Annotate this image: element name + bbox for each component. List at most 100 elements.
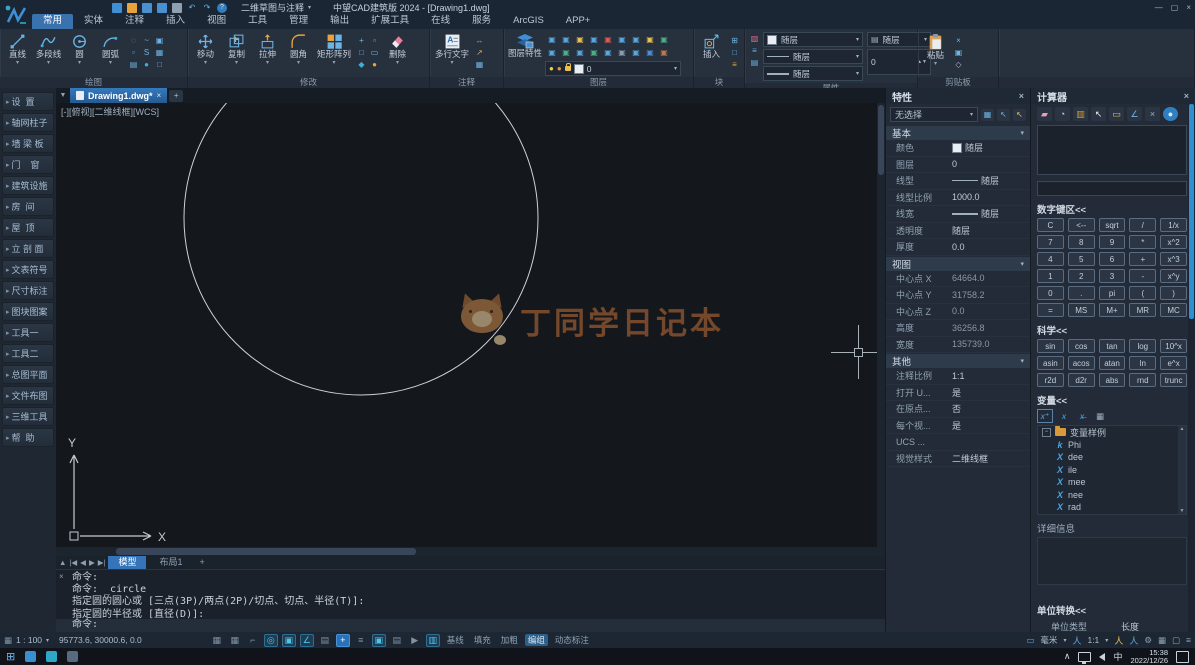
sidebar-item-dimensions[interactable]: ▸尺寸标注 xyxy=(2,281,54,300)
annotation-visibility-icon[interactable]: 人 xyxy=(1072,634,1081,647)
ribbon-tab-manage[interactable]: 管理 xyxy=(278,14,319,29)
calc-key[interactable]: ) xyxy=(1160,286,1187,300)
calc-key[interactable]: 1 xyxy=(1037,269,1064,283)
prop-row-layer[interactable]: 图层0 xyxy=(886,157,1030,174)
calc-key[interactable]: MS xyxy=(1068,303,1095,317)
close-button[interactable]: × xyxy=(1186,3,1191,12)
transparency-toggle-icon[interactable]: ≡ xyxy=(354,634,368,647)
sidebar-item-facilities[interactable]: ▸建筑设施 xyxy=(2,176,54,195)
calc-key[interactable]: 3 xyxy=(1099,269,1126,283)
ribbon-tab-express[interactable]: 扩展工具 xyxy=(360,14,420,29)
section-label-annotation[interactable]: 注释 xyxy=(430,77,503,88)
layer-vp-icon[interactable]: ▣ xyxy=(629,46,643,59)
taskbar-app-icon[interactable] xyxy=(46,651,57,662)
layer-match-icon[interactable]: ▣ xyxy=(615,33,629,46)
quick-properties-icon[interactable]: ▥ xyxy=(426,634,440,647)
toggle-fill[interactable]: 填充 xyxy=(471,634,494,646)
calc-key[interactable]: + xyxy=(1129,252,1156,266)
variable-row[interactable]: Xmee xyxy=(1038,476,1186,489)
color-dropdown[interactable]: 随层 ▾ xyxy=(763,32,863,47)
scale-icon[interactable]: ◆ xyxy=(355,58,368,70)
osnap-toggle-icon[interactable]: ▣ xyxy=(282,634,296,647)
calc-key[interactable]: 5 xyxy=(1068,252,1095,266)
stretch-button[interactable]: 拉伸 ▾ xyxy=(253,31,282,68)
sidebar-item-site-plan[interactable]: ▸总图平面 xyxy=(2,365,54,384)
copy-clip-icon[interactable]: ▣ xyxy=(952,46,965,58)
calc-key[interactable]: sqrt xyxy=(1099,218,1126,232)
calc-key[interactable]: 9 xyxy=(1099,235,1126,249)
ribbon-tab-view[interactable]: 视图 xyxy=(196,14,237,29)
viewport[interactable]: [-][俯视][二维线框][WCS] 丁同学日记本 Y X xyxy=(56,103,885,547)
new-file-icon[interactable] xyxy=(112,3,122,13)
new-drawing-tab-button[interactable]: + xyxy=(169,90,183,102)
create-block-icon[interactable]: ⊞ xyxy=(728,34,741,46)
chevron-down-icon[interactable]: ▾ xyxy=(1063,637,1066,644)
prop-row-annoscale[interactable]: 注释比例1:1 xyxy=(886,368,1030,385)
unit-conversion-label[interactable]: 单位转换<< xyxy=(1037,603,1187,617)
redo-icon[interactable]: ↷ xyxy=(202,3,212,13)
section-basic[interactable]: 基本 ▾ xyxy=(886,126,1030,140)
history-icon[interactable]: ◔ xyxy=(1055,107,1070,121)
prop-row-height[interactable]: 高度36256.8 xyxy=(886,320,1030,337)
ribbon-tab-solid[interactable]: 实体 xyxy=(73,14,114,29)
cut-icon[interactable]: × xyxy=(952,34,965,46)
arc-button[interactable]: 圆弧 ▾ xyxy=(96,31,125,68)
ribbon-tab-services[interactable]: 服务 xyxy=(461,14,502,29)
sidebar-item-blocks-patterns[interactable]: ▸图块图案 xyxy=(2,302,54,321)
calc-key[interactable]: e^x xyxy=(1160,356,1187,370)
sidebar-item-grid-column[interactable]: ▸轴网柱子 xyxy=(2,113,54,132)
save-all-icon[interactable] xyxy=(157,3,167,13)
section-label-layers[interactable]: 图层 xyxy=(504,77,693,88)
section-label-modify[interactable]: 修改 xyxy=(188,77,429,88)
calculator-return-icon[interactable]: ▦ xyxy=(1093,410,1107,422)
auto-annotate-icon[interactable]: 人 xyxy=(1114,634,1123,647)
mirror-icon[interactable]: ▭ xyxy=(368,46,381,58)
layout1-tab[interactable]: 布局1 xyxy=(149,556,192,569)
ribbon-tab-output[interactable]: 输出 xyxy=(319,14,360,29)
sidebar-item-file-layout[interactable]: ▸文件布图 xyxy=(2,386,54,405)
model-tab[interactable]: 模型 xyxy=(108,556,146,569)
hardware-accel-icon[interactable]: ▦ xyxy=(1158,635,1166,646)
sidebar-item-roof[interactable]: ▸屋 顶 xyxy=(2,218,54,237)
section-label-clipboard[interactable]: 剪贴板 xyxy=(918,77,998,88)
layer-copy-icon[interactable]: ▣ xyxy=(615,46,629,59)
dynamic-ucs-icon[interactable]: ▤ xyxy=(390,634,404,647)
calc-key[interactable]: 2 xyxy=(1068,269,1095,283)
clear-icon[interactable]: ▰ xyxy=(1037,107,1052,121)
calc-key[interactable]: tan xyxy=(1099,339,1126,353)
variable-row[interactable]: Xrad xyxy=(1038,501,1186,514)
calc-key[interactable]: r2d xyxy=(1037,373,1064,387)
explode-icon[interactable]: ● xyxy=(368,58,381,70)
delete-variable-icon[interactable]: x̶ xyxy=(1075,410,1089,422)
calc-key[interactable]: * xyxy=(1129,235,1156,249)
undo-icon[interactable]: ↶ xyxy=(187,3,197,13)
sidebar-item-tools-2[interactable]: ▸工具二 xyxy=(2,344,54,363)
calc-key[interactable]: 6 xyxy=(1099,252,1126,266)
calc-key[interactable]: cos xyxy=(1068,339,1095,353)
ellipse-icon[interactable]: ◌ xyxy=(127,34,140,46)
taskbar-app-icon[interactable] xyxy=(25,651,36,662)
ribbon-tab-tools[interactable]: 工具 xyxy=(237,14,278,29)
match-properties-icon[interactable]: ▧ xyxy=(748,32,761,44)
prop-row-ltscale[interactable]: 线型比例1000.0 xyxy=(886,190,1030,207)
layer-on-icon[interactable]: ▣ xyxy=(545,46,559,59)
calculator-input[interactable] xyxy=(1037,181,1187,196)
workspace-gear-icon[interactable]: ⚙ xyxy=(1144,635,1152,646)
hatch-icon[interactable]: ▦ xyxy=(153,46,166,58)
layer-walk-icon[interactable]: ▣ xyxy=(657,33,671,46)
calc-key[interactable]: x^y xyxy=(1160,269,1187,283)
rotate-icon[interactable]: + xyxy=(355,34,368,46)
lock-icon[interactable] xyxy=(565,66,571,71)
variables-section-label[interactable]: 变量<< xyxy=(1037,393,1187,407)
maximize-button[interactable]: ▢ xyxy=(1171,3,1179,12)
section-view[interactable]: 视图 ▾ xyxy=(886,257,1030,271)
paste-special-icon[interactable]: ◇ xyxy=(952,58,965,70)
calc-key[interactable]: atan xyxy=(1099,356,1126,370)
drawing-tab[interactable]: Drawing1.dwg* × xyxy=(70,88,167,103)
toggle-pickadd-icon[interactable]: ▦ xyxy=(981,109,994,121)
action-center-icon[interactable] xyxy=(1176,651,1189,663)
calc-key[interactable]: C xyxy=(1037,218,1064,232)
layer-state-icon[interactable]: ▣ xyxy=(643,33,657,46)
sidebar-item-tools-1[interactable]: ▸工具一 xyxy=(2,323,54,342)
layer-prev-icon[interactable]: ▣ xyxy=(629,33,643,46)
